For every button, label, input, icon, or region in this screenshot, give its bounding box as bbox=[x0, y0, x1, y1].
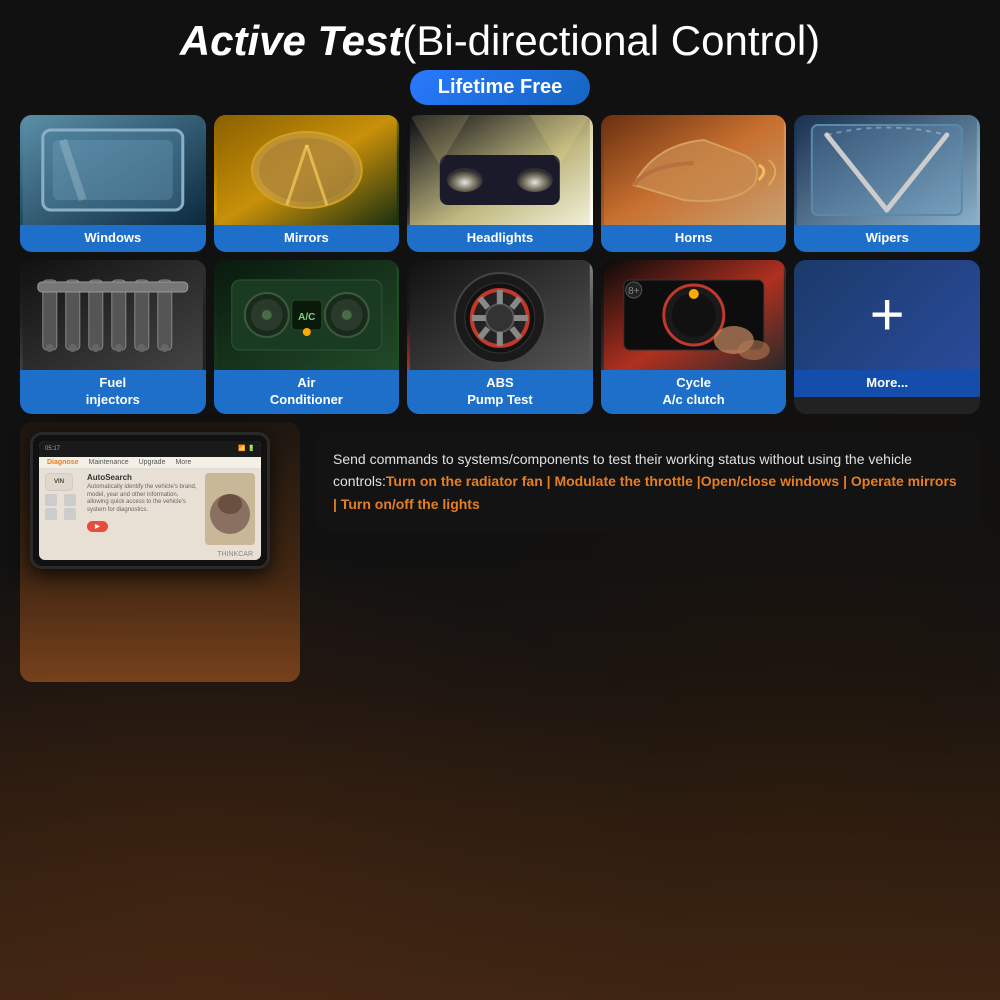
windows-image bbox=[20, 115, 206, 225]
start-button[interactable]: ▶ bbox=[87, 521, 108, 532]
feature-card-mirrors: Mirrors bbox=[214, 115, 400, 252]
info-orange-text: Turn on the radiator fan | Modulate the … bbox=[333, 473, 957, 511]
air-label: Air Conditioner bbox=[214, 370, 400, 414]
fuel-label: Fuel injectors bbox=[20, 370, 206, 414]
feature-row-2: Fuel injectors bbox=[20, 260, 980, 414]
air-image: A/C bbox=[214, 260, 400, 370]
mirrors-image bbox=[214, 115, 400, 225]
cycle-svg: 8+ bbox=[601, 260, 787, 370]
nav-more: More bbox=[175, 459, 191, 466]
title-normal: (Bi-directional Control) bbox=[402, 17, 820, 64]
tablet-area: 05:17 📶 🔋 Diagnose Maintenance Upgrade M… bbox=[20, 422, 300, 682]
lifetime-badge: Lifetime Free bbox=[410, 70, 590, 105]
feature-card-windows: Windows bbox=[20, 115, 206, 252]
feature-card-more[interactable]: + More... bbox=[794, 260, 980, 414]
wipers-label: Wipers bbox=[794, 225, 980, 252]
mirrors-svg bbox=[214, 115, 400, 225]
bottom-section: 05:17 📶 🔋 Diagnose Maintenance Upgrade M… bbox=[20, 422, 980, 682]
title-section: Active Test(Bi-directional Control) Life… bbox=[20, 18, 980, 105]
wipers-svg bbox=[794, 115, 980, 225]
main-title: Active Test(Bi-directional Control) bbox=[20, 18, 980, 64]
headlights-image bbox=[407, 115, 593, 225]
feature-card-wipers: Wipers bbox=[794, 115, 980, 252]
headlights-label: Headlights bbox=[407, 225, 593, 252]
svg-text:A/C: A/C bbox=[298, 312, 315, 323]
vin-label: VIN bbox=[54, 479, 64, 485]
auto-search-title: AutoSearch bbox=[87, 473, 199, 482]
tablet-car-image bbox=[205, 479, 255, 539]
abs-svg bbox=[407, 260, 593, 370]
feature-card-cycle: 8+ Cycle A/c clutch bbox=[601, 260, 787, 414]
feature-row-1: Windows Mirrors bbox=[20, 115, 980, 252]
headlights-svg bbox=[407, 115, 593, 225]
fuel-svg bbox=[20, 260, 206, 370]
feature-card-air: A/C Air Conditioner bbox=[214, 260, 400, 414]
tablet-battery: 📶 🔋 bbox=[238, 445, 255, 452]
tablet-sidebar: VIN bbox=[45, 473, 81, 545]
sidebar-icons bbox=[45, 494, 81, 520]
icon4 bbox=[64, 508, 76, 520]
feature-card-headlights: Headlights bbox=[407, 115, 593, 252]
plus-icon: + bbox=[870, 285, 905, 345]
title-bold: Active Test bbox=[180, 17, 403, 64]
feature-card-fuel: Fuel injectors bbox=[20, 260, 206, 414]
more-image: + bbox=[794, 260, 980, 370]
horns-label: Horns bbox=[601, 225, 787, 252]
tablet-main-area: AutoSearch Automatically identify the ve… bbox=[87, 473, 199, 545]
cycle-label: Cycle A/c clutch bbox=[601, 370, 787, 414]
air-svg: A/C bbox=[214, 260, 400, 370]
nav-upgrade: Upgrade bbox=[139, 459, 166, 466]
windows-svg bbox=[20, 115, 206, 225]
nav-diagnose: Diagnose bbox=[47, 459, 79, 466]
vin-button[interactable]: VIN bbox=[45, 473, 73, 491]
tablet-image-area bbox=[205, 473, 255, 545]
tablet-brand: THINKCAR bbox=[39, 549, 261, 560]
nav-maintenance: Maintenance bbox=[89, 459, 129, 466]
info-box: Send commands to systems/components to t… bbox=[315, 432, 980, 531]
tablet-mockup: 05:17 📶 🔋 Diagnose Maintenance Upgrade M… bbox=[30, 432, 270, 569]
tablet-screen: 05:17 📶 🔋 Diagnose Maintenance Upgrade M… bbox=[39, 441, 261, 560]
horns-image bbox=[601, 115, 787, 225]
tablet-nav: Diagnose Maintenance Upgrade More bbox=[39, 457, 261, 469]
windows-label: Windows bbox=[20, 225, 206, 252]
tablet-body: 05:17 📶 🔋 Diagnose Maintenance Upgrade M… bbox=[30, 432, 270, 569]
svg-text:8+: 8+ bbox=[628, 286, 640, 297]
icon2 bbox=[64, 494, 76, 506]
mirrors-label: Mirrors bbox=[214, 225, 400, 252]
horns-svg bbox=[601, 115, 787, 225]
feature-card-abs: ABS Pump Test bbox=[407, 260, 593, 414]
fuel-image bbox=[20, 260, 206, 370]
abs-label: ABS Pump Test bbox=[407, 370, 593, 414]
tablet-time: 05:17 bbox=[45, 446, 60, 452]
wipers-image bbox=[794, 115, 980, 225]
icon1 bbox=[45, 494, 57, 506]
icon3 bbox=[45, 508, 57, 520]
tablet-status-bar: 05:17 📶 🔋 bbox=[39, 441, 261, 457]
more-label: More... bbox=[794, 370, 980, 397]
feature-card-horns: Horns bbox=[601, 115, 787, 252]
auto-search-desc: Automatically identify the vehicle's bra… bbox=[87, 484, 199, 515]
cycle-image: 8+ bbox=[601, 260, 787, 370]
abs-image bbox=[407, 260, 593, 370]
tablet-content: VIN AutoSear bbox=[39, 469, 261, 549]
